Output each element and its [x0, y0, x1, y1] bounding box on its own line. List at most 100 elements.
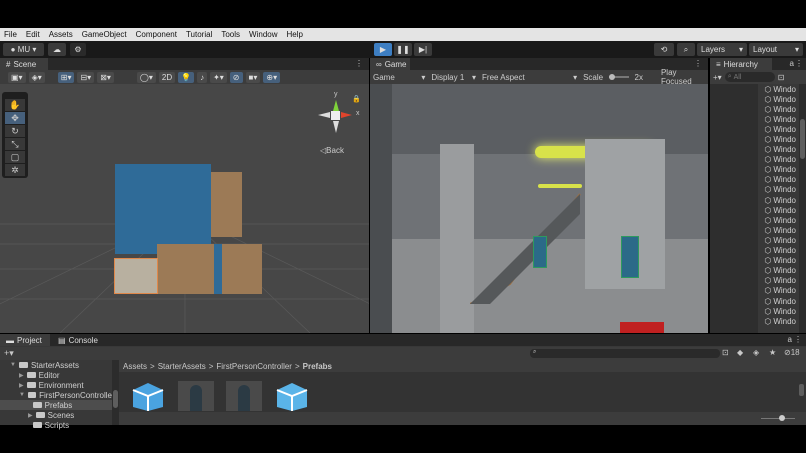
hierarchy-item[interactable]: ⬡ Windo	[758, 205, 798, 215]
tree-scroll-thumb[interactable]	[113, 390, 118, 408]
more-icon[interactable]: ⋮	[694, 59, 702, 68]
hierarchy-item[interactable]: ⬡ Windo	[758, 296, 798, 306]
overlay-handle[interactable]	[4, 94, 26, 98]
gizmo-x-axis[interactable]	[341, 112, 352, 118]
search-button[interactable]: ⌕	[677, 43, 695, 56]
scale-tool[interactable]: ⤡	[5, 138, 25, 150]
chevron-right-icon[interactable]	[28, 402, 30, 408]
create-button[interactable]: +▾	[4, 348, 14, 359]
chevron-down-icon[interactable]: ▼	[19, 392, 25, 398]
camera-dropdown[interactable]: ■ ▾	[245, 71, 261, 83]
hierarchy-item[interactable]: ⬡ Windo	[758, 286, 798, 296]
tree-item[interactable]: ▶ Scenes	[0, 410, 112, 420]
hidden-packages-toggle[interactable]: ⊘18	[784, 348, 800, 357]
pause-button[interactable]: ❚❚	[394, 43, 412, 56]
scale-slider[interactable]	[609, 74, 629, 80]
collab-button[interactable]: ⚙	[70, 43, 86, 56]
prefab-asset[interactable]	[274, 381, 310, 411]
hand-tool[interactable]: ✋	[5, 99, 25, 111]
selected-object[interactable]	[114, 258, 158, 294]
gizmo-neg-y-axis[interactable]	[333, 121, 339, 133]
menu-component[interactable]: Component	[136, 30, 177, 39]
hierarchy-item[interactable]: ⬡ Windo	[758, 266, 798, 276]
draw-mode-dropdown[interactable]: ▣▾	[8, 71, 26, 83]
move-tool[interactable]: ✥	[5, 112, 25, 124]
hierarchy-item[interactable]: ⬡ Windo	[758, 306, 798, 316]
step-button[interactable]: ▶|	[414, 43, 432, 56]
layers-dropdown[interactable]: Layers ▾	[697, 43, 747, 56]
tab-console[interactable]: ▤ Console	[52, 334, 102, 346]
hierarchy-item[interactable]: ⬡ Windo	[758, 316, 798, 326]
hierarchy-item[interactable]: ⬡ Windo	[758, 94, 798, 104]
hierarchy-item[interactable]: ⬡ Windo	[758, 225, 798, 235]
more-icon[interactable]: ⋮	[795, 59, 803, 68]
breadcrumb-item[interactable]: Prefabs	[303, 362, 332, 371]
menu-window[interactable]: Window	[249, 30, 277, 39]
hierarchy-item[interactable]: ⬡ Windo	[758, 185, 798, 195]
tree-item[interactable]: ▶ Environment	[0, 380, 112, 390]
lock-icon[interactable]: a	[790, 59, 794, 68]
hierarchy-item[interactable]: ⬡ Windo	[758, 84, 798, 94]
hierarchy-item[interactable]: ⬡ Windo	[758, 175, 798, 185]
search-by-type-icon[interactable]: ⊡	[722, 348, 729, 357]
hierarchy-item[interactable]: ⬡ Windo	[758, 246, 798, 256]
chevron-down-icon[interactable]: ▼	[10, 362, 16, 368]
menu-tutorial[interactable]: Tutorial	[186, 30, 212, 39]
hierarchy-scroll-thumb[interactable]	[800, 119, 805, 159]
cloud-button[interactable]: ☁	[48, 43, 66, 56]
2d-toggle[interactable]: 2D	[158, 71, 176, 83]
icon-size-slider[interactable]	[761, 415, 795, 421]
grid-snap-dropdown[interactable]: ⊟▾	[77, 71, 95, 83]
building-brown-section[interactable]	[211, 172, 242, 237]
menu-edit[interactable]: Edit	[26, 30, 40, 39]
history-button[interactable]: ⟲	[654, 43, 674, 56]
account-dropdown[interactable]: ● MU ▾	[3, 43, 44, 56]
project-search-input[interactable]: ⌕	[530, 349, 720, 358]
prefab-asset[interactable]	[130, 381, 166, 411]
tab-project[interactable]: ▬ Project	[0, 334, 50, 346]
layout-dropdown[interactable]: Layout ▾	[749, 43, 803, 56]
tab-hierarchy[interactable]: ≡ Hierarchy	[710, 58, 772, 70]
hierarchy-item[interactable]: ⬡ Windo	[758, 195, 798, 205]
hierarchy-item[interactable]: ⬡ Windo	[758, 215, 798, 225]
capsule-asset[interactable]	[178, 381, 214, 411]
render-dropdown[interactable]: ◈▾	[28, 71, 45, 83]
gizmo-center[interactable]	[331, 111, 340, 120]
gizmo-neg-x-axis[interactable]	[318, 112, 330, 118]
icon-size-thumb[interactable]	[779, 415, 785, 421]
menu-help[interactable]: Help	[287, 30, 303, 39]
visibility-toggle[interactable]: ⊘	[229, 71, 243, 83]
pivot-dropdown[interactable]: ⊞▾	[57, 71, 75, 83]
transform-tool[interactable]: ✲	[5, 164, 25, 176]
lock-icon[interactable]: a	[788, 335, 792, 344]
hierarchy-item[interactable]: ⬡ Windo	[758, 104, 798, 114]
scale-slider-thumb[interactable]	[609, 74, 616, 80]
audio-toggle[interactable]: ♪	[197, 71, 208, 83]
chevron-right-icon[interactable]	[28, 422, 30, 428]
building-lower-section[interactable]	[157, 244, 262, 294]
chevron-right-icon[interactable]: ▶	[28, 412, 33, 419]
tree-scrollbar[interactable]	[112, 360, 119, 425]
filter-type-icon[interactable]: ◆	[737, 348, 743, 357]
scene-visibility-icon[interactable]: ⊡	[778, 73, 785, 82]
breadcrumb-item[interactable]: StarterAssets	[158, 362, 206, 371]
shading-dropdown[interactable]: ◯▾	[136, 71, 156, 83]
gizmo-y-axis[interactable]	[333, 100, 339, 111]
capsule-asset[interactable]	[226, 381, 262, 411]
hierarchy-search-input[interactable]: ⌕ All	[724, 72, 775, 82]
tree-item[interactable]: Scripts	[0, 420, 112, 430]
hierarchy-item[interactable]: ⬡ Windo	[758, 145, 798, 155]
hierarchy-item[interactable]: ⬡ Windo	[758, 124, 798, 134]
hierarchy-item[interactable]: ⬡ Windo	[758, 235, 798, 245]
building-blue-section[interactable]	[115, 164, 211, 254]
lighting-toggle[interactable]: 💡	[178, 71, 195, 83]
hierarchy-item[interactable]: ⬡ Windo	[758, 114, 798, 124]
label-icon[interactable]: ◈	[753, 348, 759, 357]
gizmos-dropdown[interactable]: ⊕ ▾	[263, 71, 281, 83]
game-viewport[interactable]	[370, 84, 708, 333]
hierarchy-item[interactable]: ⬡ Windo	[758, 256, 798, 266]
chevron-right-icon[interactable]: ▶	[19, 382, 24, 389]
add-button[interactable]: +▾	[713, 73, 722, 82]
menu-gameobject[interactable]: GameObject	[82, 30, 127, 39]
tree-item[interactable]: ▼ StarterAssets	[0, 360, 112, 370]
